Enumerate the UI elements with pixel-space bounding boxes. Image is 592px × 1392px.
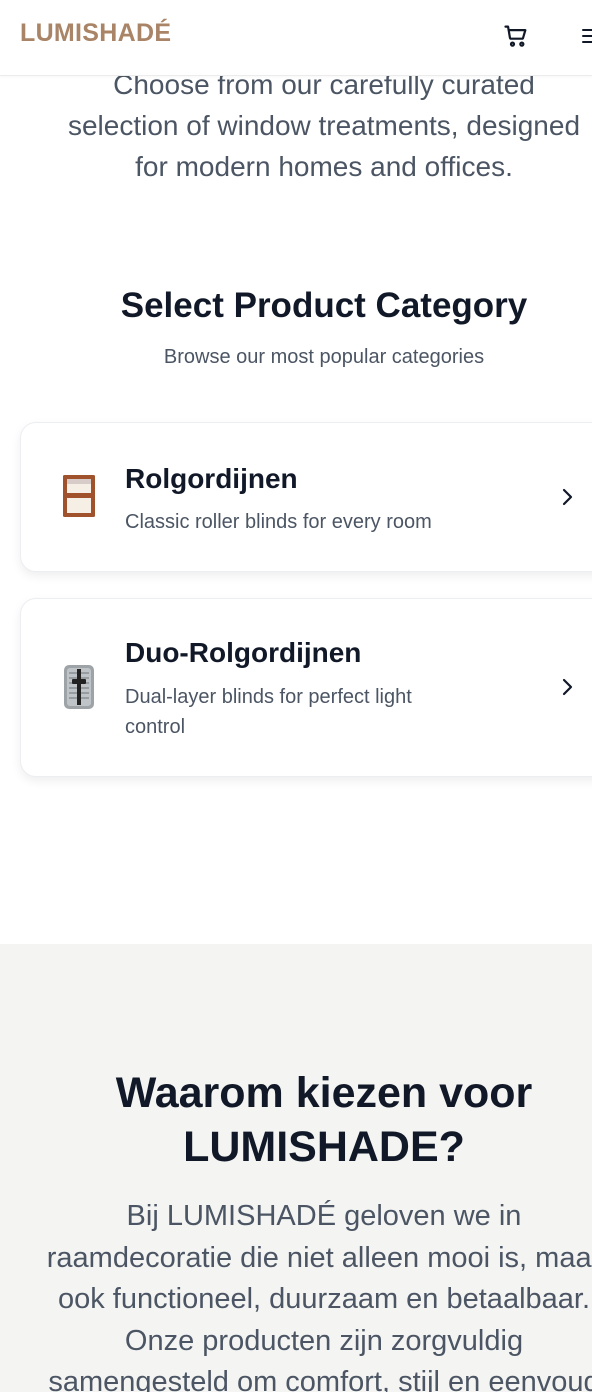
chevron-right-icon xyxy=(557,677,577,697)
why-text: Bij LUMISHADÉ geloven we in raamdecorati… xyxy=(0,1196,592,1392)
why-text-line: samengesteld om comfort, stijl en eenvou… xyxy=(48,1366,592,1392)
intro-line: for modern homes and offices. xyxy=(135,151,513,182)
menu-button[interactable] xyxy=(580,24,592,48)
site-header: LUMISHADÉ xyxy=(0,0,592,76)
card-description: Classic roller blinds for every room xyxy=(125,511,432,533)
category-card-rolgordijnen[interactable]: Rolgordijnen Classic roller blinds for e… xyxy=(20,422,592,572)
why-text-line: ook functioneel, duurzaam en betaalbaar. xyxy=(57,1283,591,1315)
why-title: Waarom kiezen voor LUMISHADE? xyxy=(0,1066,592,1174)
why-title-line: LUMISHADE? xyxy=(183,1123,465,1171)
why-text-line: raamdecoratie die niet alleen mooi is, m… xyxy=(46,1241,592,1274)
menu-icon xyxy=(582,29,592,43)
logo[interactable]: LUMISHADÉ xyxy=(20,19,171,48)
card-description: Dual-layer blinds for perfect light cont… xyxy=(125,686,412,738)
why-text-line: Bij LUMISHADÉ geloven we in xyxy=(126,1200,522,1232)
category-section-title: Select Product Category xyxy=(120,286,528,325)
cart-button[interactable] xyxy=(502,22,530,50)
cart-icon xyxy=(504,25,527,47)
duo-blind-icon xyxy=(61,664,97,710)
category-card-duo-rolgordijnen[interactable]: Duo-Rolgordijnen Dual-layer blinds for p… xyxy=(20,598,592,777)
why-section: Waarom kiezen voor LUMISHADE? Bij LUMISH… xyxy=(0,944,592,1392)
window-icon xyxy=(61,473,97,519)
why-title-line: Waarom kiezen voor xyxy=(115,1069,533,1117)
why-text-line: Onze producten zijn zorgvuldig xyxy=(124,1324,524,1357)
card-title: Rolgordijnen xyxy=(125,463,298,494)
intro-line: selection of window treatments, designed xyxy=(67,110,581,141)
category-section-subtitle: Browse our most popular categories xyxy=(163,346,485,368)
chevron-right-icon xyxy=(557,487,577,507)
intro-text: Choose from our carefully curated select… xyxy=(0,64,592,187)
card-title: Duo-Rolgordijnen xyxy=(125,637,362,668)
